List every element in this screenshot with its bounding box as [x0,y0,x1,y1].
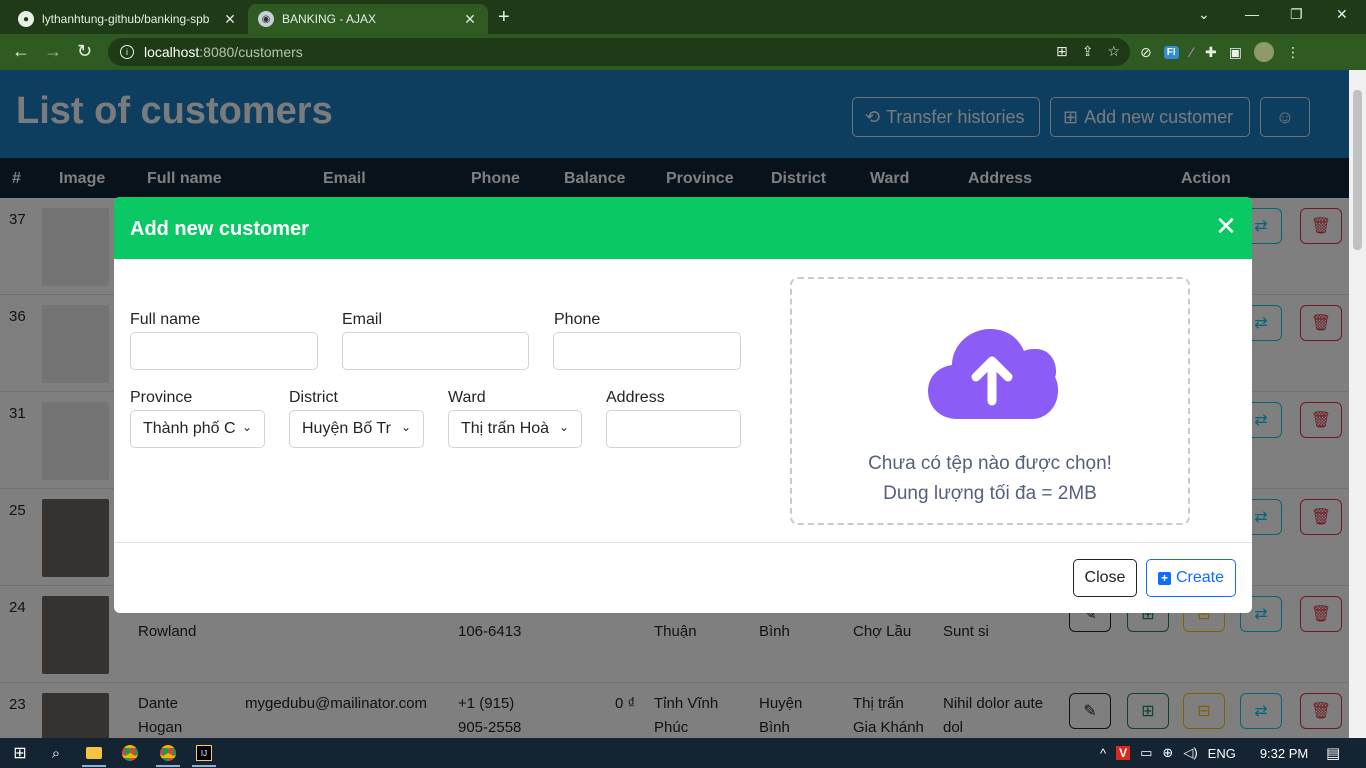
image-dropzone[interactable]: Chưa có tệp nào được chọn! Dung lượng tố… [790,277,1190,525]
forward-button[interactable]: → [44,41,62,62]
intellij-icon[interactable]: IJ [194,743,214,763]
tab-banking[interactable]: ◉ BANKING - AJAX ✕ [248,4,488,34]
url-host: localhost [144,44,200,60]
url-path: :8080/customers [199,44,303,60]
side-panel-icon[interactable]: ▣ [1229,44,1242,61]
address-label: Address [606,389,665,406]
modal-title: Add new customer [130,218,309,240]
max-size-text: Dung lượng tối đa = 2MB [883,483,1097,504]
close-button[interactable]: Close [1073,559,1137,597]
full-name-input[interactable] [130,332,318,370]
tab-title: lythanhtung-github/banking-spb [42,12,210,26]
province-selected: Thành phố C [143,420,236,437]
close-icon[interactable]: ✕ [462,11,478,28]
github-icon: ● [18,11,34,27]
new-tab-button[interactable]: + [498,6,510,29]
system-tray: ^ V ▭ ⊕ ◁) ENG 9:32 PM [1100,745,1308,761]
chevron-up-icon[interactable]: ^ [1100,746,1106,761]
province-select[interactable]: Thành phố C ⌄ [130,410,265,448]
add-customer-modal: Add new customer ✕ Full name Email Phone… [114,197,1252,613]
running-indicator [156,765,180,767]
fi-extension-icon[interactable]: FI [1163,45,1179,59]
share-icon[interactable]: ⇪ [1082,43,1094,60]
info-icon[interactable]: i [120,45,134,59]
profile-avatar[interactable] [1253,42,1274,62]
chevron-down-icon: ⌄ [400,420,411,434]
chevron-down-icon: ⌄ [241,420,252,434]
clock[interactable]: 9:32 PM [1260,746,1308,761]
browser-toolbar: ← → ↻ i localhost:8080/customers ⊞ ⇪ ☆ ⊘… [0,34,1366,70]
favicon-icon: ◉ [258,11,274,27]
chevron-down-icon: ⌄ [558,420,569,434]
address-input[interactable] [606,410,741,448]
window-close-button[interactable]: ✕ [1336,6,1348,23]
email-label: Email [342,311,383,328]
ward-select[interactable]: Thị trấn Hoà ⌄ [448,410,582,448]
chrome-icon[interactable] [120,743,140,763]
volume-icon[interactable]: ◁) [1183,745,1197,761]
search-icon[interactable]: ⌕ [46,743,66,763]
scrollbar-thumb[interactable] [1353,90,1362,250]
extensions-puzzle-icon[interactable]: ✚ [1205,44,1217,61]
file-explorer-icon[interactable] [84,743,104,763]
windows-start-icon[interactable]: ⊞ [10,743,30,763]
translate-icon[interactable]: ⊞ [1056,43,1068,60]
ward-label: Ward [448,389,486,406]
star-icon[interactable]: ☆ [1107,43,1120,60]
reload-button[interactable]: ↻ [77,41,92,62]
modal-footer-divider [114,542,1252,543]
running-indicator [192,765,216,767]
tab-title: BANKING - AJAX [282,12,377,26]
close-icon[interactable]: ✕ [222,11,238,28]
os-taskbar: ⊞ ⌕ IJ ^ V ▭ ⊕ ◁) ENG 9:32 PM ▤ [0,738,1366,768]
district-select[interactable]: Huyện Bố Tr ⌄ [289,410,424,448]
restore-button[interactable]: ❐ [1290,6,1303,23]
district-label: District [289,389,338,406]
email-input[interactable] [342,332,529,370]
tab-github[interactable]: ● lythanhtung-github/banking-spb ✕ [8,4,248,34]
create-button[interactable]: + Create [1146,559,1236,597]
language-indicator[interactable]: ENG [1208,746,1236,761]
ward-selected: Thị trấn Hoà [461,420,550,437]
battery-icon[interactable]: ▭ [1140,745,1152,761]
phone-input[interactable] [553,332,741,370]
modal-header: Add new customer ✕ [114,197,1252,259]
plus-square-icon: + [1157,571,1171,585]
chrome-profile-icon[interactable] [158,743,178,763]
no-file-text: Chưa có tệp nào được chọn! [868,453,1112,474]
notifications-icon[interactable]: ▤ [1326,744,1340,762]
tab-search-icon[interactable]: ⌄ [1198,6,1210,23]
modal-close-icon[interactable]: ✕ [1214,213,1238,239]
district-selected: Huyện Bố Tr [302,420,391,437]
globe-icon[interactable]: ⊕ [1162,745,1173,761]
back-button[interactable]: ← [12,41,30,62]
pen-extension-icon[interactable]: ∕ [1191,44,1193,60]
browser-menu-icon[interactable]: ⋮ [1286,44,1300,61]
compass-extension-icon[interactable]: ⊘ [1140,44,1152,61]
full-name-label: Full name [130,311,201,328]
province-label: Province [130,389,193,406]
cloud-upload-icon [928,329,1058,419]
page-scrollbar[interactable] [1349,70,1366,738]
running-indicator [82,765,106,767]
create-label: Create [1175,569,1225,586]
browser-tab-bar: ● lythanhtung-github/banking-spb ✕ ◉ BAN… [0,0,1366,34]
vpn-icon[interactable]: V [1116,746,1131,760]
minimize-button[interactable]: — [1245,6,1259,22]
address-bar[interactable]: i localhost:8080/customers ⊞ ⇪ ☆ [108,38,1130,66]
phone-label: Phone [554,311,601,328]
